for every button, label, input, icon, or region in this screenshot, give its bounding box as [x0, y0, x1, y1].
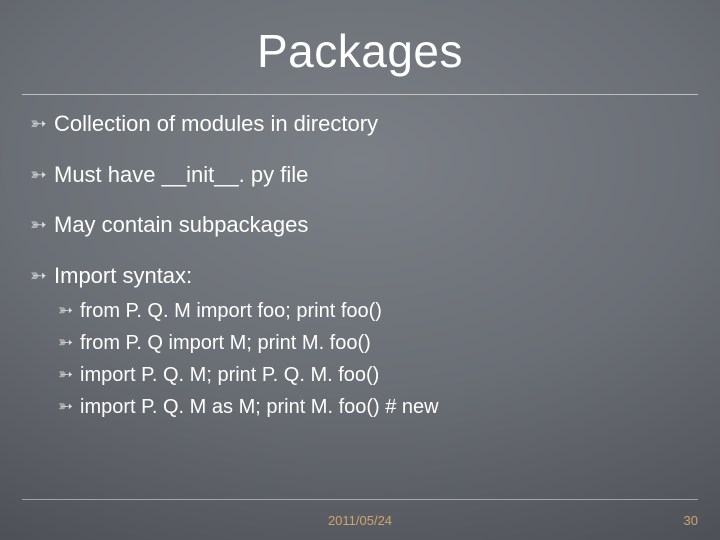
bullet-item: ➳ May contain subpackages — [30, 211, 690, 240]
sub-bullet-item: ➳ import P. Q. M; print P. Q. M. foo() — [58, 362, 690, 388]
bullet-item: ➳ Collection of modules in directory — [30, 110, 690, 139]
bullet-icon: ➳ — [30, 211, 54, 239]
bullet-text: Must have __init__. py file — [54, 161, 308, 190]
sub-bullet-text: import P. Q. M; print P. Q. M. foo() — [80, 362, 379, 388]
bullet-icon: ➳ — [30, 110, 54, 138]
bullet-icon: ➳ — [58, 394, 80, 419]
page-number: 30 — [684, 513, 698, 528]
sub-bullet-text: import P. Q. M as M; print M. foo() # ne… — [80, 394, 439, 420]
footer-rule — [22, 499, 698, 500]
sub-bullet-item: ➳ import P. Q. M as M; print M. foo() # … — [58, 394, 690, 420]
bullet-icon: ➳ — [58, 362, 80, 387]
sub-bullet-item: ➳ from P. Q. M import foo; print foo() — [58, 298, 690, 324]
slide-title: Packages — [0, 0, 720, 78]
bullet-icon: ➳ — [58, 298, 80, 323]
bullet-text: Import syntax: — [54, 262, 192, 291]
bullet-text: Collection of modules in directory — [54, 110, 378, 139]
bullet-item: ➳ Import syntax: — [30, 262, 690, 291]
bullet-item: ➳ Must have __init__. py file — [30, 161, 690, 190]
bullet-icon: ➳ — [30, 262, 54, 290]
bullet-icon: ➳ — [58, 330, 80, 355]
sub-bullet-group: ➳ from P. Q. M import foo; print foo() ➳… — [30, 298, 690, 420]
title-rule — [22, 94, 698, 95]
sub-bullet-text: from P. Q import M; print M. foo() — [80, 330, 371, 356]
slide: Packages ➳ Collection of modules in dire… — [0, 0, 720, 540]
sub-bullet-text: from P. Q. M import foo; print foo() — [80, 298, 382, 324]
content-area: ➳ Collection of modules in directory ➳ M… — [30, 110, 690, 426]
bullet-text: May contain subpackages — [54, 211, 308, 240]
bullet-icon: ➳ — [30, 161, 54, 189]
footer-date: 2011/05/24 — [0, 513, 720, 528]
sub-bullet-item: ➳ from P. Q import M; print M. foo() — [58, 330, 690, 356]
